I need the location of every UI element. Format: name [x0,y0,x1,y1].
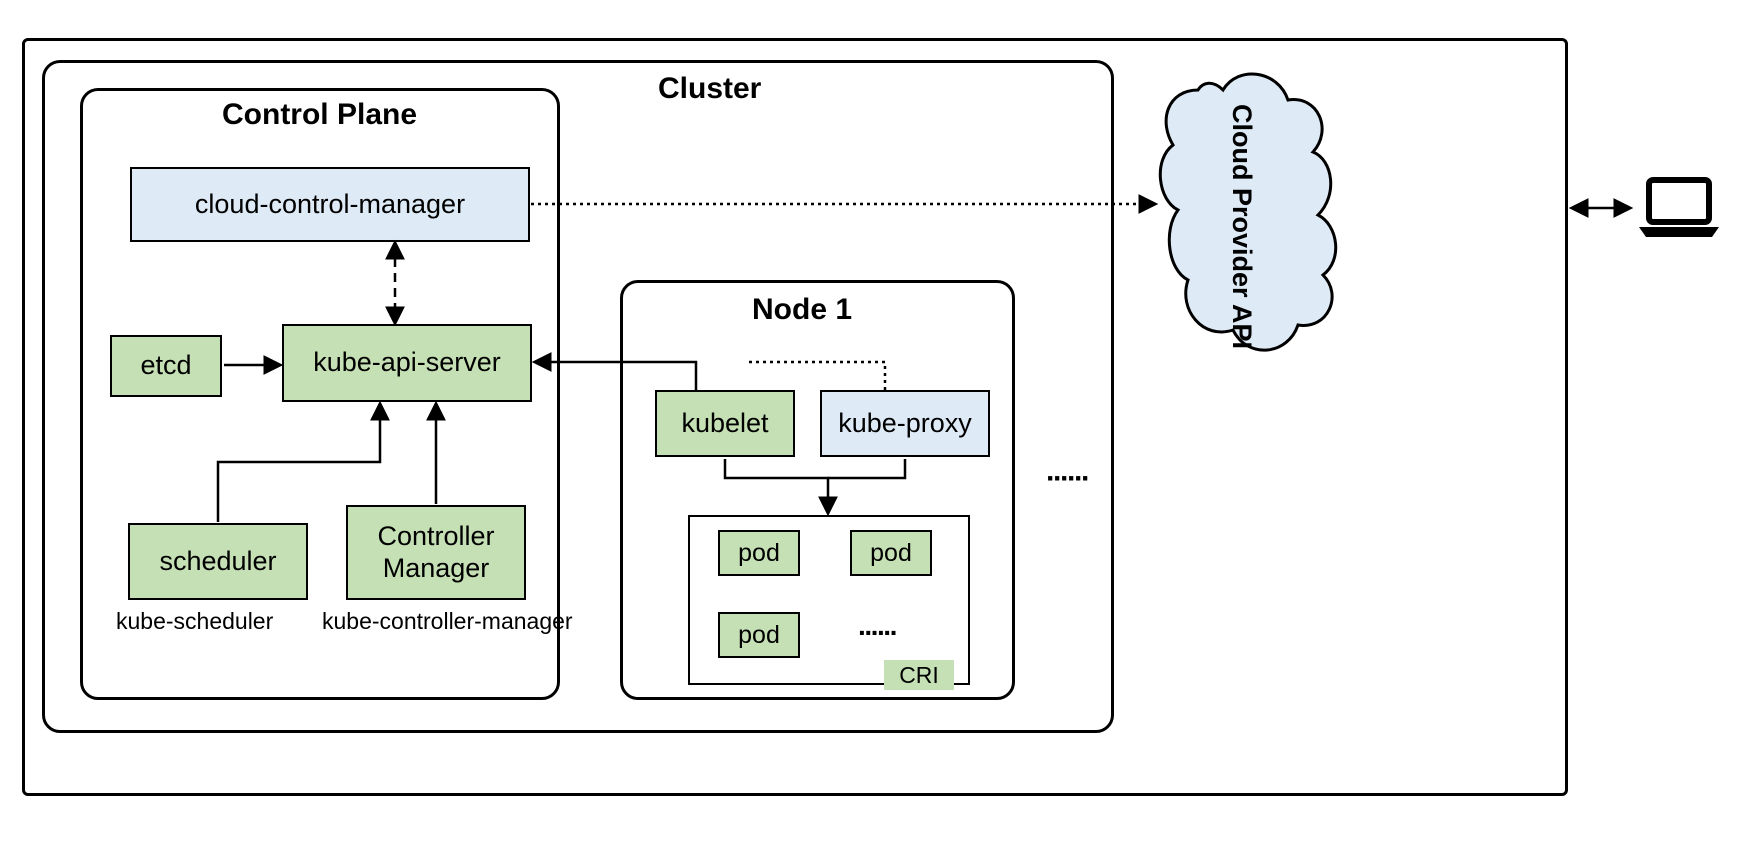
controller-manager-box: Controller Manager [346,505,526,600]
scheduler-box: scheduler [128,523,308,600]
cloud-api-label: Cloud Provider API [1226,104,1257,349]
cri-label: CRI [884,660,954,690]
pod-box: pod [850,530,932,576]
cloud-control-manager-box: cloud-control-manager [130,167,530,242]
controller-sub-label: kube-controller-manager [322,608,573,635]
pod-box: pod [718,612,800,658]
laptop-icon [1634,175,1724,245]
cluster-label: Cluster [658,72,761,106]
kubelet-box: kubelet [655,390,795,457]
node-label: Node 1 [752,293,852,327]
scheduler-sub-label: kube-scheduler [116,608,273,635]
pod-dots: ······ [858,617,896,649]
pod-box: pod [718,530,800,576]
etcd-box: etcd [110,335,222,397]
control-plane-label: Control Plane [222,98,417,132]
kube-proxy-box: kube-proxy [820,390,990,457]
kube-api-server-box: kube-api-server [282,324,532,402]
node-ellipsis: ······ [1046,462,1088,496]
